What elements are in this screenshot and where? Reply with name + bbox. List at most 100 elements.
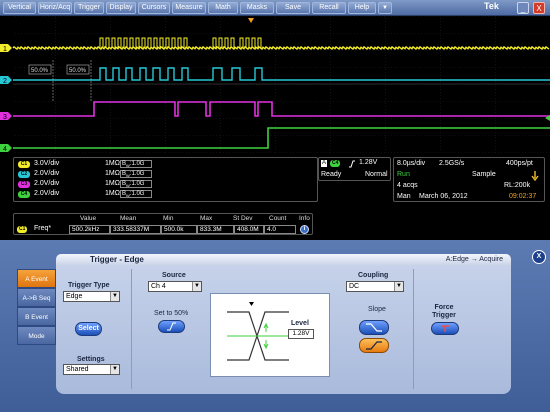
trigger-graphic: Level 1.28V: [210, 293, 330, 377]
set-to-50-button[interactable]: [158, 320, 185, 333]
ch2-badge: C2: [18, 171, 30, 178]
channel-marker-4[interactable]: 4: [0, 144, 12, 153]
tab-b-event[interactable]: B Event: [17, 307, 56, 326]
trigger-source-badge: C4: [330, 160, 341, 167]
timebase: 8.0µs/div: [397, 160, 426, 167]
level-value-field[interactable]: 1.28V: [288, 329, 314, 339]
menu-masks[interactable]: Masks: [240, 2, 274, 14]
header-stdev: St Dev: [233, 215, 253, 222]
ch4-badge: C4: [18, 191, 30, 198]
channel-marker-1[interactable]: 1: [0, 44, 12, 53]
acquisition-readout[interactable]: 8.0µs/div 2.5GS/s 400ps/pt Run Sample 4 …: [393, 157, 545, 202]
ch4-scale: 2.0V/div: [34, 190, 60, 197]
menu-horiz-acq[interactable]: Horiz/Acq: [38, 2, 72, 14]
horizontal-mode: Man: [397, 193, 411, 200]
ch2-scale: 2.0V/div: [34, 170, 60, 177]
menu-math[interactable]: Math: [208, 2, 238, 14]
channel-row-4[interactable]: C4 2.0V/div 1MΩ BW:1.0G: [18, 190, 318, 199]
channel-readout-box[interactable]: C1 3.0V/div 1MΩ BW:1.0G C2 2.0V/div 1MΩ …: [13, 157, 318, 202]
header-min: Min: [163, 215, 174, 222]
ch3-impedance: 1MΩ: [105, 180, 120, 187]
menu-save[interactable]: Save: [276, 2, 310, 14]
tab-a-event[interactable]: A Event: [17, 269, 56, 288]
ch3-badge: C3: [18, 181, 30, 188]
menu-measure[interactable]: Measure: [172, 2, 206, 14]
select-button[interactable]: Select: [75, 322, 102, 336]
ch1-badge: C1: [18, 161, 30, 168]
trigger-event-label: A: [321, 160, 328, 167]
ch2-bandwidth: BW:1.0G: [120, 170, 152, 178]
tab-mode[interactable]: Mode: [17, 326, 56, 345]
minimize-button[interactable]: _: [517, 2, 529, 14]
acquisition-count: 4 acqs: [397, 182, 418, 189]
waveform-display[interactable]: 1 2 3 4 50.0% 50.0%: [0, 16, 550, 153]
slope-label: Slope: [368, 306, 386, 313]
panel-close-button[interactable]: X: [532, 250, 546, 264]
ch1-impedance: 1MΩ: [105, 160, 120, 167]
rising-slope-icon: [366, 341, 382, 350]
svg-text:4: 4: [3, 146, 7, 153]
ch3-scale: 2.0V/div: [34, 180, 60, 187]
trigger-point-marker: [249, 302, 254, 306]
ch2-impedance: 1MΩ: [105, 170, 120, 177]
force-trigger-label: Force Trigger: [432, 304, 456, 319]
svg-text:3: 3: [3, 114, 7, 121]
svg-text:50.0%: 50.0%: [31, 68, 49, 74]
menu-bar: Vertical Horiz/Acq Trigger Display Curso…: [0, 0, 550, 16]
tab-a-b-seq[interactable]: A->B Seq: [17, 288, 56, 307]
header-mean: Mean: [120, 215, 137, 222]
measurement-table[interactable]: Value Mean Min Max St Dev Count Info C1 …: [13, 213, 313, 235]
ch1-bandwidth: BW:1.0G: [120, 160, 152, 168]
trigger-readout[interactable]: A C4 1.28V Ready Normal: [318, 157, 391, 181]
close-window-button[interactable]: X: [533, 2, 545, 14]
channel-marker-3[interactable]: 3: [0, 112, 12, 121]
header-value: Value: [80, 215, 97, 222]
measurement-mean: 333.58337M: [110, 225, 161, 234]
ch1-scale: 3.0V/div: [34, 160, 60, 167]
ch3-bandwidth: BW:1.0G: [120, 180, 152, 188]
panel-title-bar: Trigger - Edge A:Edge → Acquire: [56, 254, 511, 266]
menu-display[interactable]: Display: [106, 2, 136, 14]
channel-marker-2[interactable]: 2: [0, 76, 12, 85]
panel-body: Trigger Type Edge ▼ Select Settings Shar…: [56, 266, 511, 394]
coupling-dropdown[interactable]: DC ▼: [346, 281, 404, 292]
svg-text:2: 2: [3, 78, 7, 85]
info-icon[interactable]: i: [300, 225, 309, 234]
settings-label: Settings: [77, 356, 105, 363]
trigger-type-dropdown[interactable]: Edge ▼: [63, 291, 120, 302]
slope-rising-button[interactable]: [359, 338, 389, 353]
ch4-bandwidth: BW:1.0G: [120, 190, 152, 198]
resolution: 400ps/pt: [506, 160, 533, 167]
level-down-icon: [263, 340, 269, 350]
divider: [131, 269, 132, 389]
svg-text:1: 1: [3, 46, 7, 53]
menu-recall[interactable]: Recall: [312, 2, 346, 14]
header-max: Max: [200, 215, 213, 222]
cursor-label-1: 50.0%: [28, 64, 52, 75]
measurement-name: Freq*: [34, 225, 52, 232]
record-length: RL:200k: [504, 182, 531, 189]
acquisition-mode: Sample: [472, 171, 496, 178]
menu-dropdown-button[interactable]: ▼: [378, 2, 392, 14]
menu-vertical[interactable]: Vertical: [3, 2, 36, 14]
measurement-channel-badge: C1: [17, 226, 28, 233]
header-info: Info: [299, 215, 310, 222]
set-to-50-label: Set to 50%: [154, 310, 189, 317]
trigger-control-panel: Trigger - Edge A:Edge → Acquire X A Even…: [0, 240, 550, 412]
menu-trigger[interactable]: Trigger: [74, 2, 104, 14]
slope-falling-button[interactable]: [359, 320, 389, 335]
level-up-icon: [263, 322, 269, 332]
divider: [413, 269, 414, 389]
menu-help[interactable]: Help: [348, 2, 376, 14]
force-trigger-button[interactable]: [431, 322, 459, 335]
channel-row-2[interactable]: C2 2.0V/div 1MΩ BW:1.0G: [18, 170, 318, 179]
source-dropdown[interactable]: Ch 4 ▼: [148, 281, 202, 292]
settings-dropdown[interactable]: Shared ▼: [63, 364, 120, 375]
menu-cursors[interactable]: Cursors: [138, 2, 170, 14]
trigger-type-label: Trigger Type: [68, 282, 110, 289]
channel-row-1[interactable]: C1 3.0V/div 1MΩ BW:1.0G: [18, 160, 318, 169]
channel-row-3[interactable]: C3 2.0V/div 1MΩ BW:1.0G: [18, 180, 318, 189]
trigger-mode: Normal: [365, 171, 388, 178]
coupling-label: Coupling: [358, 272, 389, 279]
edge-icon: [167, 322, 176, 331]
